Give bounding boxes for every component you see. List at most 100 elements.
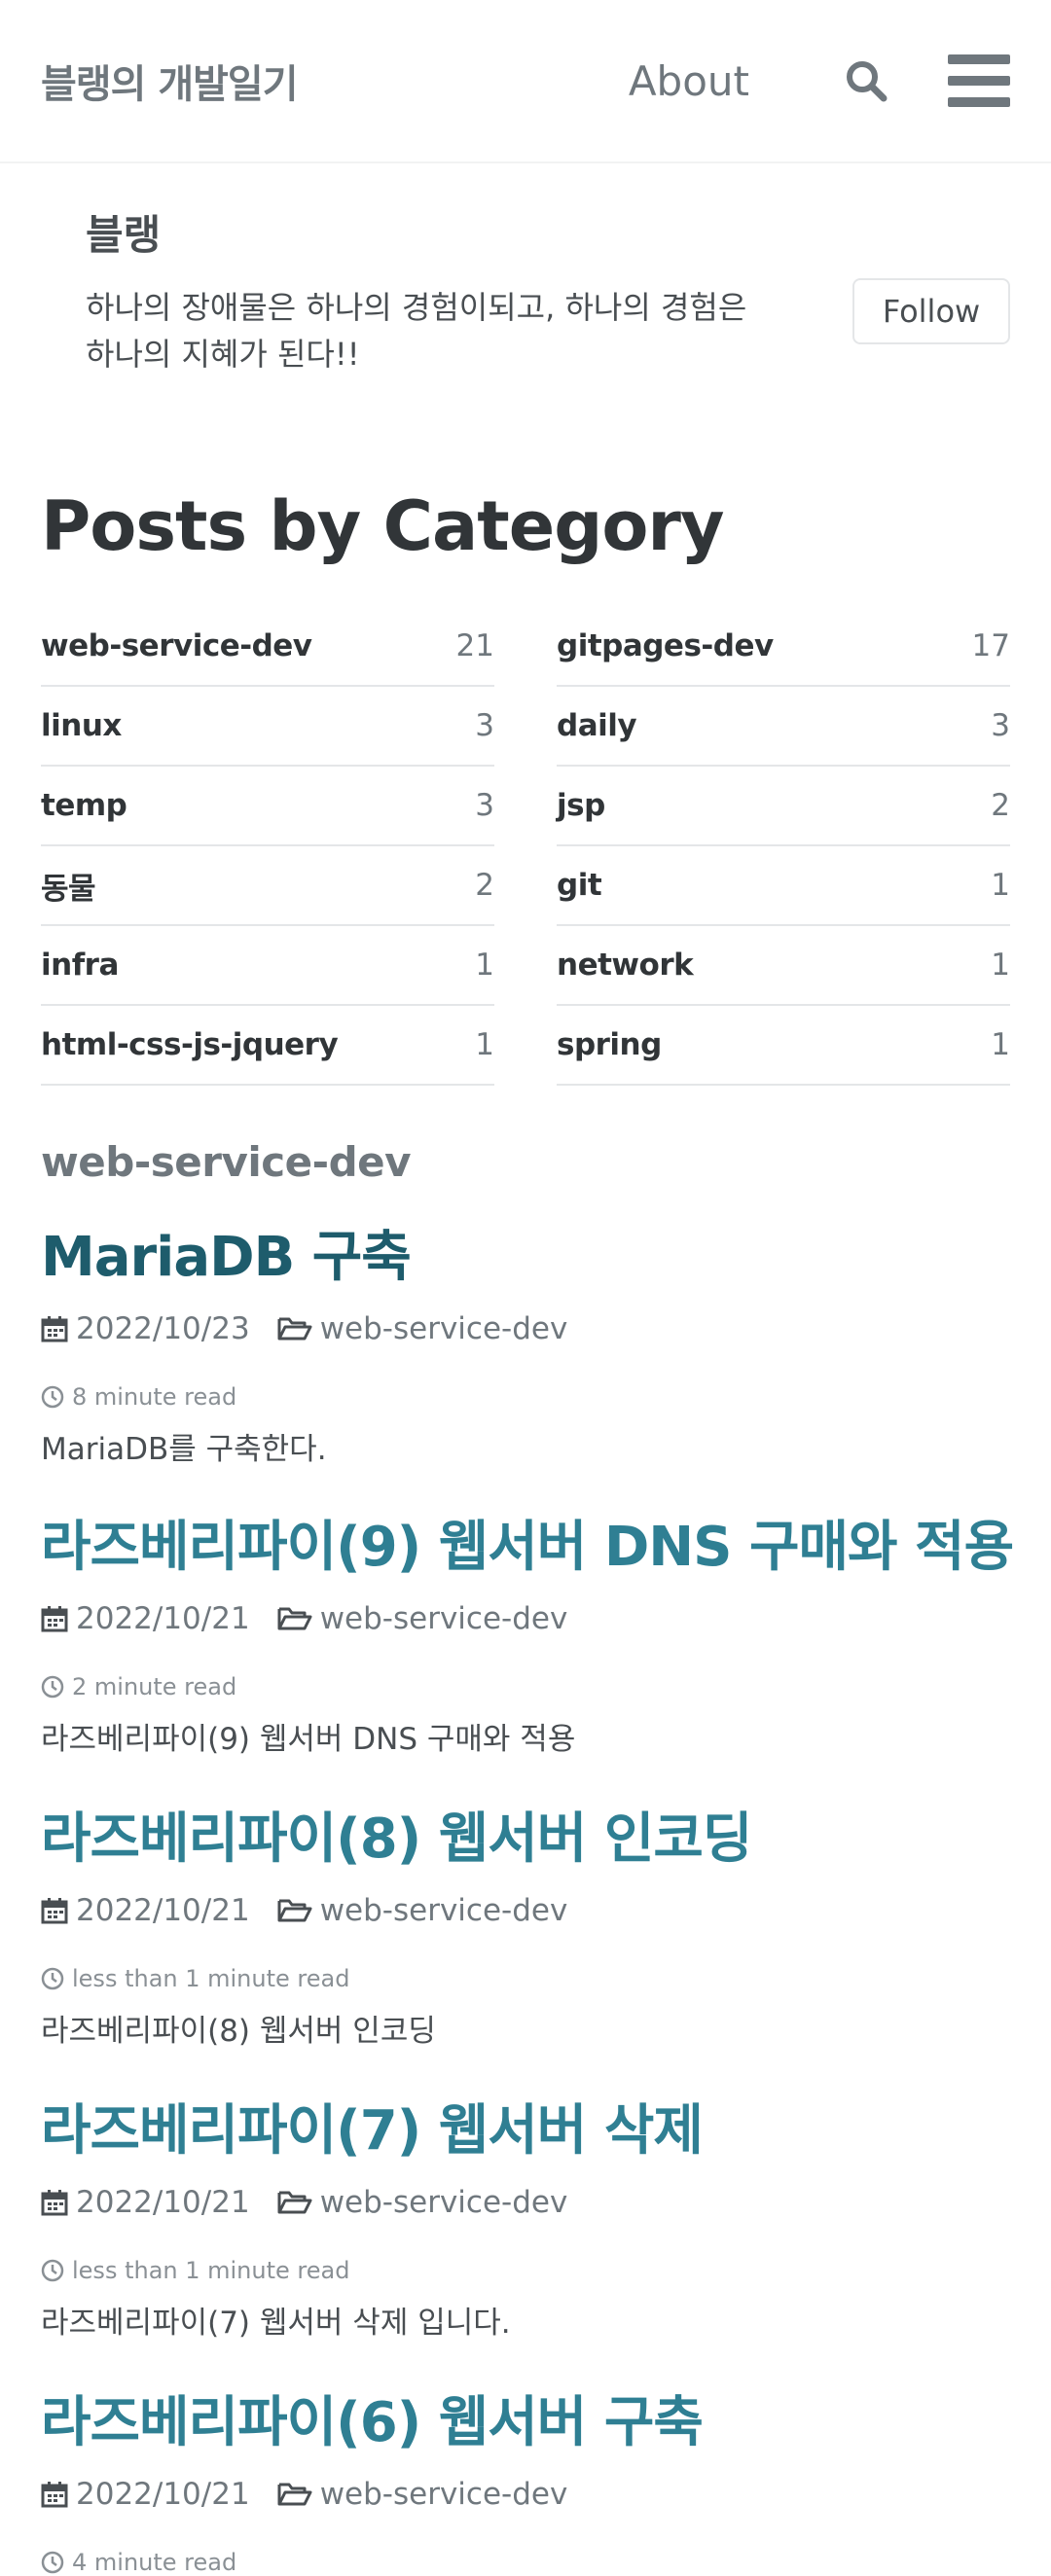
post-item: MariaDB 구축 2022/10/23 web-service-dev 8 … xyxy=(41,1224,1014,1468)
author-bio: 하나의 장애물은 하나의 경험이되고, 하나의 경험은 하나의 지혜가 된다!! xyxy=(86,289,747,373)
category-name: web-service-dev xyxy=(41,628,312,663)
calendar-icon xyxy=(41,2189,68,2216)
folder-open-icon xyxy=(277,1605,312,1632)
category-name: temp xyxy=(41,788,127,823)
clock-icon xyxy=(41,1385,64,1409)
search-icon[interactable] xyxy=(845,59,888,102)
category-item[interactable]: web-service-dev 21 xyxy=(41,607,494,687)
category-count: 1 xyxy=(991,1027,1010,1062)
category-name: infra xyxy=(41,948,119,983)
post-title-link[interactable]: 라즈베리파이(8) 웹서버 인코딩 xyxy=(41,1806,1014,1874)
post-title-link[interactable]: 라즈베리파이(9) 웹서버 DNS 구매와 적용 xyxy=(41,1514,1014,1582)
post-meta: 2022/10/21 web-service-dev xyxy=(41,1601,1014,1636)
category-name: linux xyxy=(41,708,122,743)
post-excerpt: 라즈베리파이(7) 웹서버 삭제 입니다. xyxy=(41,2306,511,2341)
post-read-time: less than 1 minute read xyxy=(41,1965,1014,1992)
folder-open-icon xyxy=(277,2189,312,2216)
category-count: 1 xyxy=(991,948,1010,983)
read-time-text: 8 minute read xyxy=(72,1383,237,1411)
category-count: 17 xyxy=(971,628,1010,663)
post-category-link[interactable]: web-service-dev xyxy=(320,1601,568,1636)
page-title: Posts by Category xyxy=(41,486,725,566)
post-title-link[interactable]: 라즈베리파이(6) 웹서버 구축 xyxy=(41,2389,1014,2457)
post-date: 2022/10/21 xyxy=(76,2185,250,2220)
read-time-text: less than 1 minute read xyxy=(72,1965,350,1992)
category-item[interactable]: 동물 2 xyxy=(41,846,494,926)
folder-open-icon xyxy=(277,2481,312,2508)
category-item[interactable]: network 1 xyxy=(557,926,1010,1006)
folder-open-icon xyxy=(277,1897,312,1924)
category-count: 21 xyxy=(455,628,494,663)
category-count: 2 xyxy=(991,788,1010,823)
hamburger-menu-icon[interactable] xyxy=(948,54,1010,107)
post-item: 라즈베리파이(9) 웹서버 DNS 구매와 적용 2022/10/21 web-… xyxy=(41,1514,1014,1758)
section-title: web-service-dev xyxy=(41,1138,412,1186)
calendar-icon xyxy=(41,1897,68,1924)
folder-open-icon xyxy=(277,1315,312,1342)
post-meta: 2022/10/21 web-service-dev xyxy=(41,1893,1014,1928)
post-title-link[interactable]: 라즈베리파이(7) 웹서버 삭제 xyxy=(41,2097,1014,2165)
clock-icon xyxy=(41,1967,64,1990)
post-item: 라즈베리파이(8) 웹서버 인코딩 2022/10/21 web-service… xyxy=(41,1806,1014,2050)
category-item[interactable]: jsp 2 xyxy=(557,767,1010,846)
category-count: 1 xyxy=(991,868,1010,903)
masthead: 블랭의 개발일기 About xyxy=(0,0,1051,163)
category-item[interactable]: infra 1 xyxy=(41,926,494,1006)
post-meta: 2022/10/21 web-service-dev xyxy=(41,2477,1014,2512)
site-title[interactable]: 블랭의 개발일기 xyxy=(41,53,629,109)
category-name: 동물 xyxy=(41,871,96,907)
post-item: 라즈베리파이(6) 웹서버 구축 2022/10/21 web-service-… xyxy=(41,2389,1014,2576)
category-name: gitpages-dev xyxy=(557,628,774,663)
post-category-link[interactable]: web-service-dev xyxy=(320,2477,568,2512)
calendar-icon xyxy=(41,1605,68,1632)
author-name: 블랭 xyxy=(86,211,162,259)
calendar-icon xyxy=(41,1315,68,1342)
post-read-time: less than 1 minute read xyxy=(41,2257,1014,2284)
post-category-link[interactable]: web-service-dev xyxy=(320,2185,568,2220)
calendar-icon xyxy=(41,2481,68,2508)
category-count: 1 xyxy=(475,948,494,983)
clock-icon xyxy=(41,2259,64,2282)
post-read-time: 4 minute read xyxy=(41,2549,1014,2576)
post-date: 2022/10/23 xyxy=(76,1311,250,1346)
category-grid: web-service-dev 21 gitpages-dev 17 linux… xyxy=(41,607,1010,1086)
category-count: 1 xyxy=(475,1027,494,1062)
category-item[interactable]: spring 1 xyxy=(557,1006,1010,1086)
category-item[interactable]: gitpages-dev 17 xyxy=(557,607,1010,687)
category-item[interactable]: linux 3 xyxy=(41,687,494,767)
post-date: 2022/10/21 xyxy=(76,1893,250,1928)
category-count: 3 xyxy=(991,708,1010,743)
read-time-text: less than 1 minute read xyxy=(72,2257,350,2284)
category-name: network xyxy=(557,948,694,983)
category-count: 3 xyxy=(475,788,494,823)
clock-icon xyxy=(41,1675,64,1699)
post-meta: 2022/10/21 web-service-dev xyxy=(41,2185,1014,2220)
read-time-text: 4 minute read xyxy=(72,2549,237,2576)
post-excerpt: 라즈베리파이(8) 웹서버 인코딩 xyxy=(41,2014,436,2049)
nav-about-link[interactable]: About xyxy=(629,57,749,105)
category-name: spring xyxy=(557,1027,662,1062)
category-count: 2 xyxy=(475,868,494,903)
clock-icon xyxy=(41,2551,64,2574)
post-category-link[interactable]: web-service-dev xyxy=(320,1893,568,1928)
post-excerpt: MariaDB를 구축한다. xyxy=(41,1432,327,1467)
post-date: 2022/10/21 xyxy=(76,2477,250,2512)
category-item[interactable]: git 1 xyxy=(557,846,1010,926)
category-name: daily xyxy=(557,708,637,743)
category-item[interactable]: html-css-js-jquery 1 xyxy=(41,1006,494,1086)
post-category-link[interactable]: web-service-dev xyxy=(320,1311,568,1346)
post-read-time: 2 minute read xyxy=(41,1673,1014,1700)
post-read-time: 8 minute read xyxy=(41,1383,1014,1411)
post-date: 2022/10/21 xyxy=(76,1601,250,1636)
category-item[interactable]: temp 3 xyxy=(41,767,494,846)
post-item: 라즈베리파이(7) 웹서버 삭제 2022/10/21 web-service-… xyxy=(41,2097,1014,2342)
read-time-text: 2 minute read xyxy=(72,1673,237,1700)
category-name: html-css-js-jquery xyxy=(41,1027,339,1062)
follow-button[interactable]: Follow xyxy=(852,278,1010,344)
post-excerpt: 라즈베리파이(9) 웹서버 DNS 구매와 적용 xyxy=(41,1722,576,1757)
category-name: jsp xyxy=(557,788,605,823)
category-item[interactable]: daily 3 xyxy=(557,687,1010,767)
post-meta: 2022/10/23 web-service-dev xyxy=(41,1311,1014,1346)
post-title-link[interactable]: MariaDB 구축 xyxy=(41,1224,1014,1292)
category-name: git xyxy=(557,868,602,903)
